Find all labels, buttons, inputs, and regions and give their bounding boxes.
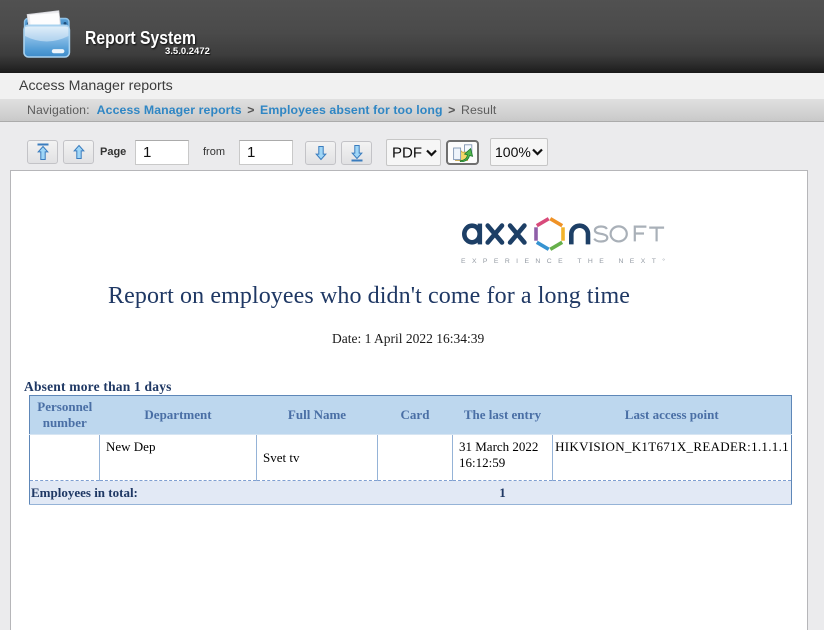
svg-text:EXPERIENCE THE NEXT°: EXPERIENCE THE NEXT°	[461, 257, 665, 265]
